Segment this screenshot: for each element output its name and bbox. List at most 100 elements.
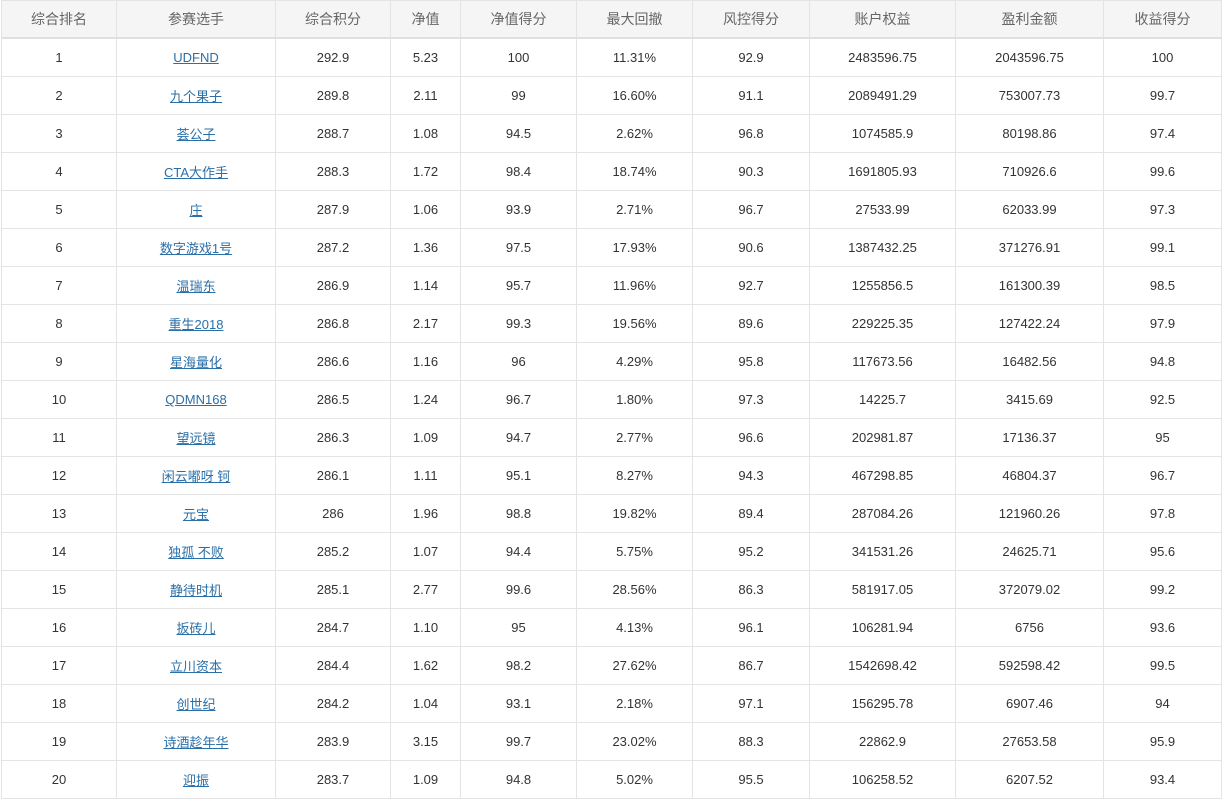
cell-nav-score: 99.3 xyxy=(460,304,577,343)
player-link[interactable]: 星海量化 xyxy=(170,355,222,370)
cell-nav: 3.15 xyxy=(390,722,461,761)
cell-risk-score: 96.1 xyxy=(692,608,810,647)
cell-max-drawdown: 11.96% xyxy=(576,266,693,305)
cell-risk-score: 95.2 xyxy=(692,532,810,571)
player-link[interactable]: 庄 xyxy=(189,203,202,218)
cell-rank: 6 xyxy=(1,228,117,267)
cell-nav-score: 99 xyxy=(460,76,577,115)
cell-player: QDMN168 xyxy=(116,380,276,419)
player-link[interactable]: 温瑞东 xyxy=(176,279,215,294)
table-row: 16 扳砖儿 284.7 1.10 95 4.13% 96.1 106281.94 6756 93… xyxy=(1,608,1222,647)
player-link[interactable]: 闲云嘟呀 钶 xyxy=(162,469,231,484)
table-row: 11 望远镜 286.3 1.09 94.7 2.77% 96.6 202981.87 1713… xyxy=(1,418,1222,457)
cell-score: 285.1 xyxy=(275,570,391,609)
cell-player: 庄 xyxy=(116,190,276,229)
cell-player: 立川资本 xyxy=(116,646,276,685)
header-profit: 盈利金额 xyxy=(955,0,1104,39)
cell-equity: 117673.56 xyxy=(809,342,956,381)
cell-rank: 15 xyxy=(1,570,117,609)
cell-nav-score: 94.5 xyxy=(460,114,577,153)
cell-return-score: 100 xyxy=(1103,37,1222,77)
cell-return-score: 99.1 xyxy=(1103,228,1222,267)
cell-nav-score: 93.9 xyxy=(460,190,577,229)
cell-profit: 753007.73 xyxy=(955,76,1104,115)
header-nav-score: 净值得分 xyxy=(460,0,577,39)
player-link[interactable]: QDMN168 xyxy=(165,392,226,407)
cell-risk-score: 95.5 xyxy=(692,760,810,799)
cell-risk-score: 96.8 xyxy=(692,114,810,153)
cell-nav: 1.09 xyxy=(390,760,461,799)
cell-equity: 287084.26 xyxy=(809,494,956,533)
cell-nav: 1.36 xyxy=(390,228,461,267)
cell-score: 285.2 xyxy=(275,532,391,571)
header-player: 参赛选手 xyxy=(116,0,276,39)
cell-score: 292.9 xyxy=(275,37,391,77)
cell-risk-score: 92.7 xyxy=(692,266,810,305)
cell-rank: 20 xyxy=(1,760,117,799)
cell-return-score: 93.4 xyxy=(1103,760,1222,799)
cell-profit: 6907.46 xyxy=(955,684,1104,723)
table-body: 1 UDFND 292.9 5.23 100 11.31% 92.9 2483596.75 20… xyxy=(1,37,1222,799)
player-link[interactable]: CTA大作手 xyxy=(164,165,228,180)
cell-nav: 1.96 xyxy=(390,494,461,533)
player-link[interactable]: 扳砖儿 xyxy=(176,621,215,636)
player-link[interactable]: 荟公子 xyxy=(176,127,215,142)
cell-nav: 2.17 xyxy=(390,304,461,343)
player-link[interactable]: 独孤 不败 xyxy=(168,545,224,560)
cell-rank: 11 xyxy=(1,418,117,457)
player-link[interactable]: 静待时机 xyxy=(170,583,222,598)
table-row: 13 元宝 286 1.96 98.8 19.82% 89.4 287084.26 121960… xyxy=(1,494,1222,533)
cell-equity: 106281.94 xyxy=(809,608,956,647)
cell-max-drawdown: 2.18% xyxy=(576,684,693,723)
cell-nav: 2.11 xyxy=(390,76,461,115)
cell-return-score: 99.7 xyxy=(1103,76,1222,115)
player-link[interactable]: 诗酒趁年华 xyxy=(163,735,228,750)
player-link[interactable]: 元宝 xyxy=(183,507,209,522)
cell-nav: 1.16 xyxy=(390,342,461,381)
cell-equity: 22862.9 xyxy=(809,722,956,761)
cell-max-drawdown: 4.13% xyxy=(576,608,693,647)
cell-max-drawdown: 18.74% xyxy=(576,152,693,191)
table-row: 9 星海量化 286.6 1.16 96 4.29% 95.8 117673.56 16482.… xyxy=(1,342,1222,381)
cell-score: 286.5 xyxy=(275,380,391,419)
cell-player: 闲云嘟呀 钶 xyxy=(116,456,276,495)
cell-nav: 5.23 xyxy=(390,37,461,77)
cell-score: 286.9 xyxy=(275,266,391,305)
cell-return-score: 93.6 xyxy=(1103,608,1222,647)
player-link[interactable]: UDFND xyxy=(173,50,219,65)
cell-equity: 1255856.5 xyxy=(809,266,956,305)
cell-profit: 6207.52 xyxy=(955,760,1104,799)
cell-profit: 6756 xyxy=(955,608,1104,647)
cell-return-score: 99.2 xyxy=(1103,570,1222,609)
player-link[interactable]: 立川资本 xyxy=(170,659,222,674)
cell-rank: 17 xyxy=(1,646,117,685)
player-link[interactable]: 迎振 xyxy=(183,773,209,788)
cell-max-drawdown: 19.82% xyxy=(576,494,693,533)
cell-risk-score: 96.6 xyxy=(692,418,810,457)
cell-profit: 372079.02 xyxy=(955,570,1104,609)
cell-return-score: 97.3 xyxy=(1103,190,1222,229)
cell-max-drawdown: 17.93% xyxy=(576,228,693,267)
cell-player: UDFND xyxy=(116,37,276,77)
cell-equity: 229225.35 xyxy=(809,304,956,343)
cell-nav: 1.11 xyxy=(390,456,461,495)
cell-return-score: 99.6 xyxy=(1103,152,1222,191)
cell-score: 283.7 xyxy=(275,760,391,799)
cell-rank: 18 xyxy=(1,684,117,723)
player-link[interactable]: 重生2018 xyxy=(169,317,224,332)
player-link[interactable]: 九个果子 xyxy=(170,89,222,104)
player-link[interactable]: 望远镜 xyxy=(176,431,215,446)
table-row: 20 迎振 283.7 1.09 94.8 5.02% 95.5 106258.52 6207.… xyxy=(1,760,1222,799)
cell-score: 284.2 xyxy=(275,684,391,723)
cell-max-drawdown: 4.29% xyxy=(576,342,693,381)
cell-max-drawdown: 5.75% xyxy=(576,532,693,571)
header-row: 综合排名 参赛选手 综合积分 净值 净值得分 最大回撤 风控得分 账户权益 盈利… xyxy=(1,0,1222,39)
table-row: 8 重生2018 286.8 2.17 99.3 19.56% 89.6 229225.35 1… xyxy=(1,304,1222,343)
player-link[interactable]: 创世纪 xyxy=(176,697,215,712)
cell-nav-score: 95.7 xyxy=(460,266,577,305)
cell-rank: 16 xyxy=(1,608,117,647)
cell-nav: 1.62 xyxy=(390,646,461,685)
table-row: 14 独孤 不败 285.2 1.07 94.4 5.75% 95.2 341531.26 24… xyxy=(1,532,1222,571)
header-return-score: 收益得分 xyxy=(1103,0,1222,39)
player-link[interactable]: 数字游戏1号 xyxy=(160,241,232,256)
